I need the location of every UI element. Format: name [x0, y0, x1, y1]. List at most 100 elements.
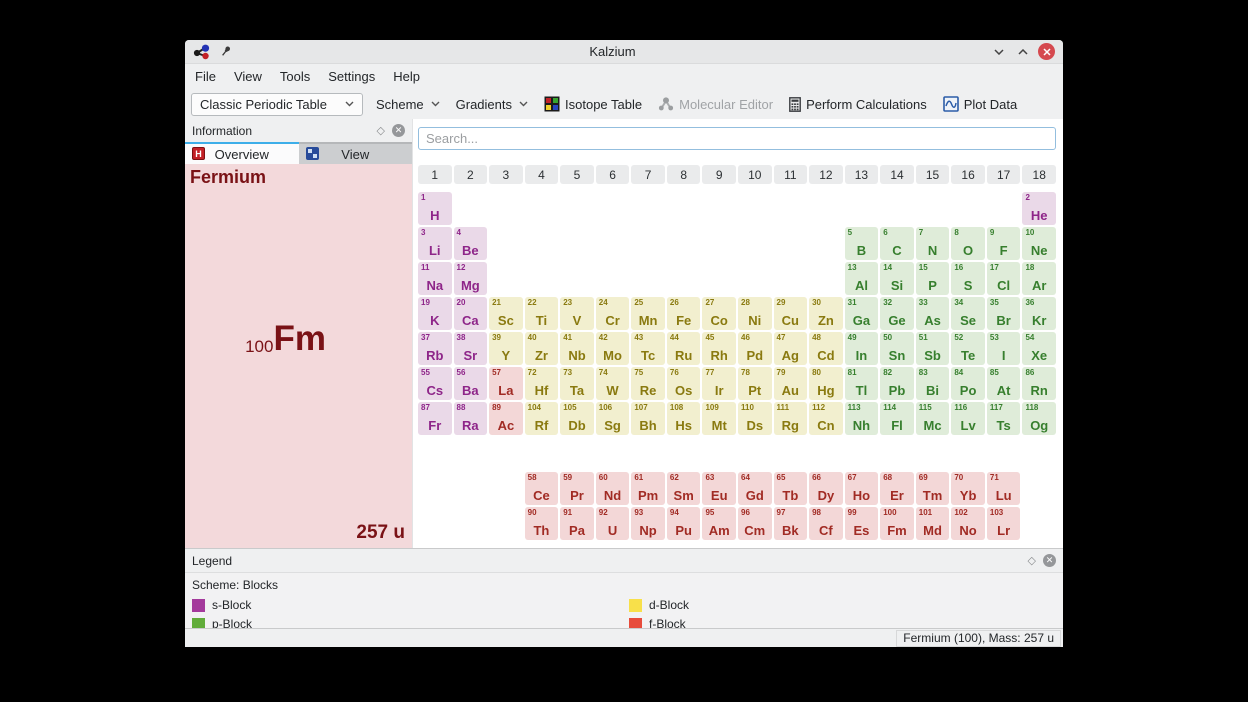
element-Bk[interactable]: 97Bk	[774, 507, 808, 540]
element-Co[interactable]: 27Co	[702, 297, 736, 330]
element-Hg[interactable]: 80Hg	[809, 367, 843, 400]
menu-file[interactable]: File	[194, 67, 217, 86]
element-Db[interactable]: 105Db	[560, 402, 594, 435]
element-Br[interactable]: 35Br	[987, 297, 1021, 330]
table-type-select[interactable]: Classic Periodic Table	[191, 93, 363, 116]
element-Rg[interactable]: 111Rg	[774, 402, 808, 435]
element-Fr[interactable]: 87Fr	[418, 402, 452, 435]
element-Li[interactable]: 3Li	[418, 227, 452, 260]
element-Rh[interactable]: 45Rh	[702, 332, 736, 365]
tab-view[interactable]: View	[299, 142, 413, 164]
element-Ca[interactable]: 20Ca	[454, 297, 488, 330]
element-Cs[interactable]: 55Cs	[418, 367, 452, 400]
element-Ar[interactable]: 18Ar	[1022, 262, 1056, 295]
chevron-up-icon[interactable]	[1014, 43, 1032, 61]
element-O[interactable]: 8O	[951, 227, 985, 260]
element-Se[interactable]: 34Se	[951, 297, 985, 330]
element-Pt[interactable]: 78Pt	[738, 367, 772, 400]
element-Mc[interactable]: 115Mc	[916, 402, 950, 435]
element-Ne[interactable]: 10Ne	[1022, 227, 1056, 260]
element-Cd[interactable]: 48Cd	[809, 332, 843, 365]
element-Tc[interactable]: 43Tc	[631, 332, 665, 365]
element-Bi[interactable]: 83Bi	[916, 367, 950, 400]
element-Be[interactable]: 4Be	[454, 227, 488, 260]
element-Mn[interactable]: 25Mn	[631, 297, 665, 330]
plot-data-button[interactable]: Plot Data	[940, 94, 1020, 114]
element-Rf[interactable]: 104Rf	[525, 402, 559, 435]
element-Sr[interactable]: 38Sr	[454, 332, 488, 365]
element-Lu[interactable]: 71Lu	[987, 472, 1021, 505]
dock-close-icon[interactable]: ✕	[392, 124, 405, 137]
element-Lv[interactable]: 116Lv	[951, 402, 985, 435]
element-Gd[interactable]: 64Gd	[738, 472, 772, 505]
element-He[interactable]: 2He	[1022, 192, 1056, 225]
element-Sg[interactable]: 106Sg	[596, 402, 630, 435]
element-Zn[interactable]: 30Zn	[809, 297, 843, 330]
element-F[interactable]: 9F	[987, 227, 1021, 260]
element-S[interactable]: 16S	[951, 262, 985, 295]
element-Cm[interactable]: 96Cm	[738, 507, 772, 540]
element-La[interactable]: 57La	[489, 367, 523, 400]
element-Yb[interactable]: 70Yb	[951, 472, 985, 505]
float-icon[interactable]: ◇	[1028, 554, 1036, 567]
element-Au[interactable]: 79Au	[774, 367, 808, 400]
element-Dy[interactable]: 66Dy	[809, 472, 843, 505]
element-Am[interactable]: 95Am	[702, 507, 736, 540]
element-Sn[interactable]: 50Sn	[880, 332, 914, 365]
element-Tb[interactable]: 65Tb	[774, 472, 808, 505]
element-Fl[interactable]: 114Fl	[880, 402, 914, 435]
isotope-table-button[interactable]: Isotope Table	[541, 94, 645, 114]
element-P[interactable]: 15P	[916, 262, 950, 295]
element-Ti[interactable]: 22Ti	[525, 297, 559, 330]
close-icon[interactable]	[1038, 43, 1055, 60]
element-Nh[interactable]: 113Nh	[845, 402, 879, 435]
element-Ce[interactable]: 58Ce	[525, 472, 559, 505]
element-Os[interactable]: 76Os	[667, 367, 701, 400]
element-Bh[interactable]: 107Bh	[631, 402, 665, 435]
element-In[interactable]: 49In	[845, 332, 879, 365]
menu-view[interactable]: View	[233, 67, 263, 86]
element-B[interactable]: 5B	[845, 227, 879, 260]
element-V[interactable]: 23V	[560, 297, 594, 330]
element-Ge[interactable]: 32Ge	[880, 297, 914, 330]
element-Te[interactable]: 52Te	[951, 332, 985, 365]
element-Mg[interactable]: 12Mg	[454, 262, 488, 295]
element-Tl[interactable]: 81Tl	[845, 367, 879, 400]
element-Og[interactable]: 118Og	[1022, 402, 1056, 435]
element-C[interactable]: 6C	[880, 227, 914, 260]
element-N[interactable]: 7N	[916, 227, 950, 260]
element-Ts[interactable]: 117Ts	[987, 402, 1021, 435]
element-Mt[interactable]: 109Mt	[702, 402, 736, 435]
pin-icon[interactable]	[217, 43, 235, 61]
element-Rb[interactable]: 37Rb	[418, 332, 452, 365]
element-H[interactable]: 1H	[418, 192, 452, 225]
dock-close-icon[interactable]: ✕	[1043, 554, 1056, 567]
float-icon[interactable]: ◇	[377, 124, 385, 137]
element-Fe[interactable]: 26Fe	[667, 297, 701, 330]
element-Pr[interactable]: 59Pr	[560, 472, 594, 505]
menu-tools[interactable]: Tools	[279, 67, 311, 86]
element-Th[interactable]: 90Th	[525, 507, 559, 540]
element-At[interactable]: 85At	[987, 367, 1021, 400]
element-Cl[interactable]: 17Cl	[987, 262, 1021, 295]
element-Lr[interactable]: 103Lr	[987, 507, 1021, 540]
element-Al[interactable]: 13Al	[845, 262, 879, 295]
element-Hs[interactable]: 108Hs	[667, 402, 701, 435]
element-Nb[interactable]: 41Nb	[560, 332, 594, 365]
element-Hf[interactable]: 72Hf	[525, 367, 559, 400]
element-Xe[interactable]: 54Xe	[1022, 332, 1056, 365]
element-W[interactable]: 74W	[596, 367, 630, 400]
element-Si[interactable]: 14Si	[880, 262, 914, 295]
element-Sc[interactable]: 21Sc	[489, 297, 523, 330]
element-No[interactable]: 102No	[951, 507, 985, 540]
element-Re[interactable]: 75Re	[631, 367, 665, 400]
element-U[interactable]: 92U	[596, 507, 630, 540]
element-Pb[interactable]: 82Pb	[880, 367, 914, 400]
element-Ag[interactable]: 47Ag	[774, 332, 808, 365]
element-Ru[interactable]: 44Ru	[667, 332, 701, 365]
element-Cu[interactable]: 29Cu	[774, 297, 808, 330]
element-Ga[interactable]: 31Ga	[845, 297, 879, 330]
element-Np[interactable]: 93Np	[631, 507, 665, 540]
element-Fm[interactable]: 100Fm	[880, 507, 914, 540]
element-Sb[interactable]: 51Sb	[916, 332, 950, 365]
